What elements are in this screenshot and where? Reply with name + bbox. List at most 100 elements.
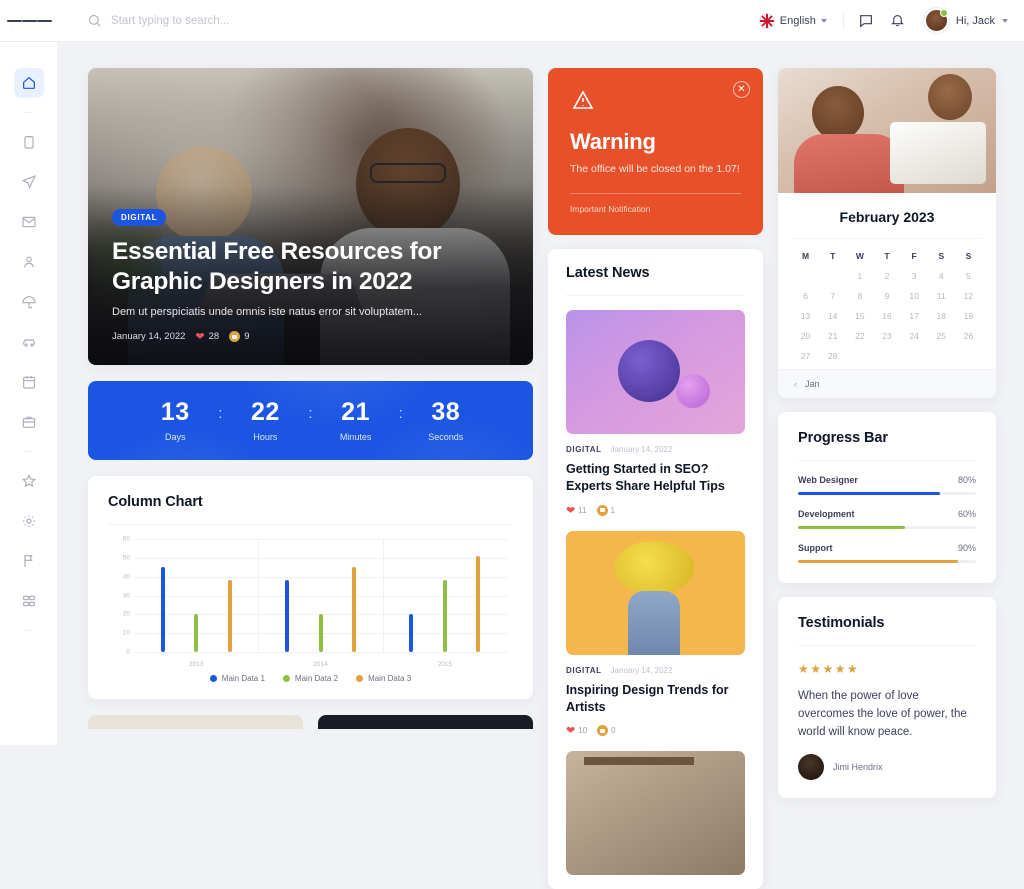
bell-icon[interactable] xyxy=(882,5,914,37)
calendar-day[interactable]: 26 xyxy=(955,331,982,341)
calendar-day[interactable]: 20 xyxy=(792,331,819,341)
calendar-day[interactable]: 17 xyxy=(901,311,928,321)
chart-bar[interactable] xyxy=(476,555,481,652)
calendar-day[interactable]: 2 xyxy=(873,271,900,281)
calendar-day[interactable]: 19 xyxy=(955,311,982,321)
featured-post-card[interactable]: DIGITAL Essential Free Resources for Gra… xyxy=(88,68,533,365)
calendar-day[interactable]: 14 xyxy=(819,311,846,321)
likes-stat[interactable]: ❤ 10 xyxy=(566,724,587,737)
testimonial-author: Jimi Hendrix xyxy=(798,754,976,781)
chat-bubble-icon[interactable] xyxy=(850,5,882,37)
news-headline: Inspiring Design Trends for Artists xyxy=(566,682,729,714)
sidebar-item-favorites[interactable] xyxy=(14,466,44,496)
calendar-day[interactable]: 21 xyxy=(819,331,846,341)
calendar-day[interactable]: 12 xyxy=(955,291,982,301)
calendar-day[interactable]: 9 xyxy=(873,291,900,301)
sidebar-item-settings[interactable] xyxy=(14,506,44,536)
chart-bar[interactable] xyxy=(160,567,165,652)
sidebar-item-pages[interactable] xyxy=(14,546,44,576)
partial-card-dark[interactable] xyxy=(318,715,533,729)
comments-stat[interactable]: 0 xyxy=(597,725,616,736)
countdown-label: Days xyxy=(164,431,186,442)
featured-post-excerpt: Dem ut perspiciatis unde omnis iste natu… xyxy=(112,306,422,318)
calendar-day[interactable]: 4 xyxy=(928,271,955,281)
calendar-day[interactable]: 16 xyxy=(873,311,900,321)
search-bar[interactable] xyxy=(87,13,749,28)
close-icon[interactable]: ✕ xyxy=(733,81,750,98)
sidebar-item-mailbox[interactable] xyxy=(14,207,44,237)
chart-bar[interactable] xyxy=(227,580,232,652)
partial-card-light[interactable] xyxy=(88,715,303,729)
sidebar-item-contacts[interactable] xyxy=(14,247,44,277)
news-headline: Getting Started in SEO? Experts Share He… xyxy=(566,462,725,494)
calendar-blank xyxy=(792,271,819,281)
sidebar-item-scrumboard[interactable] xyxy=(14,327,44,357)
chart-bar[interactable] xyxy=(318,614,323,652)
calendar-day[interactable]: 15 xyxy=(846,311,873,321)
calendar-day[interactable]: 28 xyxy=(819,351,846,361)
progress-row: Support 90% xyxy=(798,543,976,563)
sidebar-item-dashboard[interactable] xyxy=(13,68,44,98)
sidebar-item-calendar[interactable] xyxy=(14,367,44,397)
profile-menu[interactable]: Hi, Jack xyxy=(914,8,1008,33)
sidebar-divider xyxy=(24,112,33,113)
list-item[interactable] xyxy=(566,751,745,875)
mail-icon xyxy=(21,216,36,228)
calendar-day[interactable]: 27 xyxy=(792,351,819,361)
calendar-day[interactable]: 11 xyxy=(928,291,955,301)
comments-stat[interactable]: 9 xyxy=(229,331,250,342)
search-input[interactable] xyxy=(111,14,371,27)
sidebar-item-widgets[interactable] xyxy=(14,586,44,616)
heart-icon: ❤ xyxy=(195,331,205,343)
chart-legend-item[interactable]: Main Data 2 xyxy=(282,674,338,683)
calendar-day[interactable]: 7 xyxy=(819,291,846,301)
chart-bar[interactable] xyxy=(352,567,357,652)
sidebar-item-notes[interactable] xyxy=(14,287,44,317)
chart-legend-item[interactable]: Main Data 3 xyxy=(356,674,411,683)
calendar-card: February 2023 M T W T F S S 1 2 3 4 5 6 7 8 9 10 11 12 13 14… xyxy=(778,68,996,398)
sidebar-item-invoice[interactable] xyxy=(14,407,44,437)
calendar-prev-month[interactable]: Jan xyxy=(805,379,820,389)
calendar-day[interactable]: 6 xyxy=(792,291,819,301)
comments-stat[interactable]: 1 xyxy=(596,504,615,516)
calendar-day[interactable]: 22 xyxy=(846,331,873,341)
sidebar-item-apps[interactable] xyxy=(14,127,44,157)
chart-bar[interactable] xyxy=(409,614,414,652)
calendar-day[interactable]: 3 xyxy=(901,271,928,281)
warning-message: The office will be closed on the 1.07! xyxy=(570,163,740,175)
clipboard-icon xyxy=(23,136,34,149)
calendar-day[interactable]: 10 xyxy=(901,291,928,301)
news-stats: ❤ 11 1 xyxy=(566,504,745,517)
likes-stat[interactable]: ❤ 11 xyxy=(566,504,587,517)
calendar-day[interactable]: 23 xyxy=(873,331,900,341)
chart-bar[interactable] xyxy=(442,580,447,652)
chart-bar[interactable] xyxy=(284,580,289,652)
calendar-day[interactable]: 5 xyxy=(955,271,982,281)
calendar-day[interactable]: 1 xyxy=(846,271,873,281)
calendar-day[interactable]: 8 xyxy=(846,291,873,301)
author-name: Jimi Hendrix xyxy=(833,762,883,773)
list-item[interactable]: DIGITAL January 14, 2022 Inspiring Desig… xyxy=(566,530,745,737)
calendar-day[interactable]: 24 xyxy=(901,331,928,341)
partial-cards-row xyxy=(88,715,533,729)
list-item[interactable]: DIGITAL January 14, 2022 Getting Started… xyxy=(566,310,745,517)
person-face xyxy=(812,86,864,140)
chart-gridline xyxy=(134,595,507,597)
likes-stat[interactable]: ❤ 28 xyxy=(195,330,219,343)
heart-icon: ❤ xyxy=(566,725,576,737)
calendar-icon xyxy=(22,376,35,389)
calendar-day[interactable]: 25 xyxy=(928,331,955,341)
chevron-left-icon[interactable]: ‹ xyxy=(794,379,797,389)
calendar-day[interactable]: 13 xyxy=(792,311,819,321)
progress-header: Web Designer 80% xyxy=(798,475,976,485)
news-thumbnail xyxy=(566,310,745,434)
countdown-label: Minutes xyxy=(339,431,372,442)
chart-y-tick: 20 xyxy=(122,610,130,618)
chart-legend-item[interactable]: Main Data 1 xyxy=(209,674,265,683)
calendar-day[interactable]: 18 xyxy=(928,311,955,321)
chart-bar[interactable] xyxy=(194,614,199,652)
sidebar-item-send[interactable] xyxy=(14,167,44,197)
language-selector[interactable]: English xyxy=(749,12,837,29)
category-badge[interactable]: DIGITAL xyxy=(112,209,167,227)
hamburger-icon[interactable] xyxy=(0,18,58,24)
